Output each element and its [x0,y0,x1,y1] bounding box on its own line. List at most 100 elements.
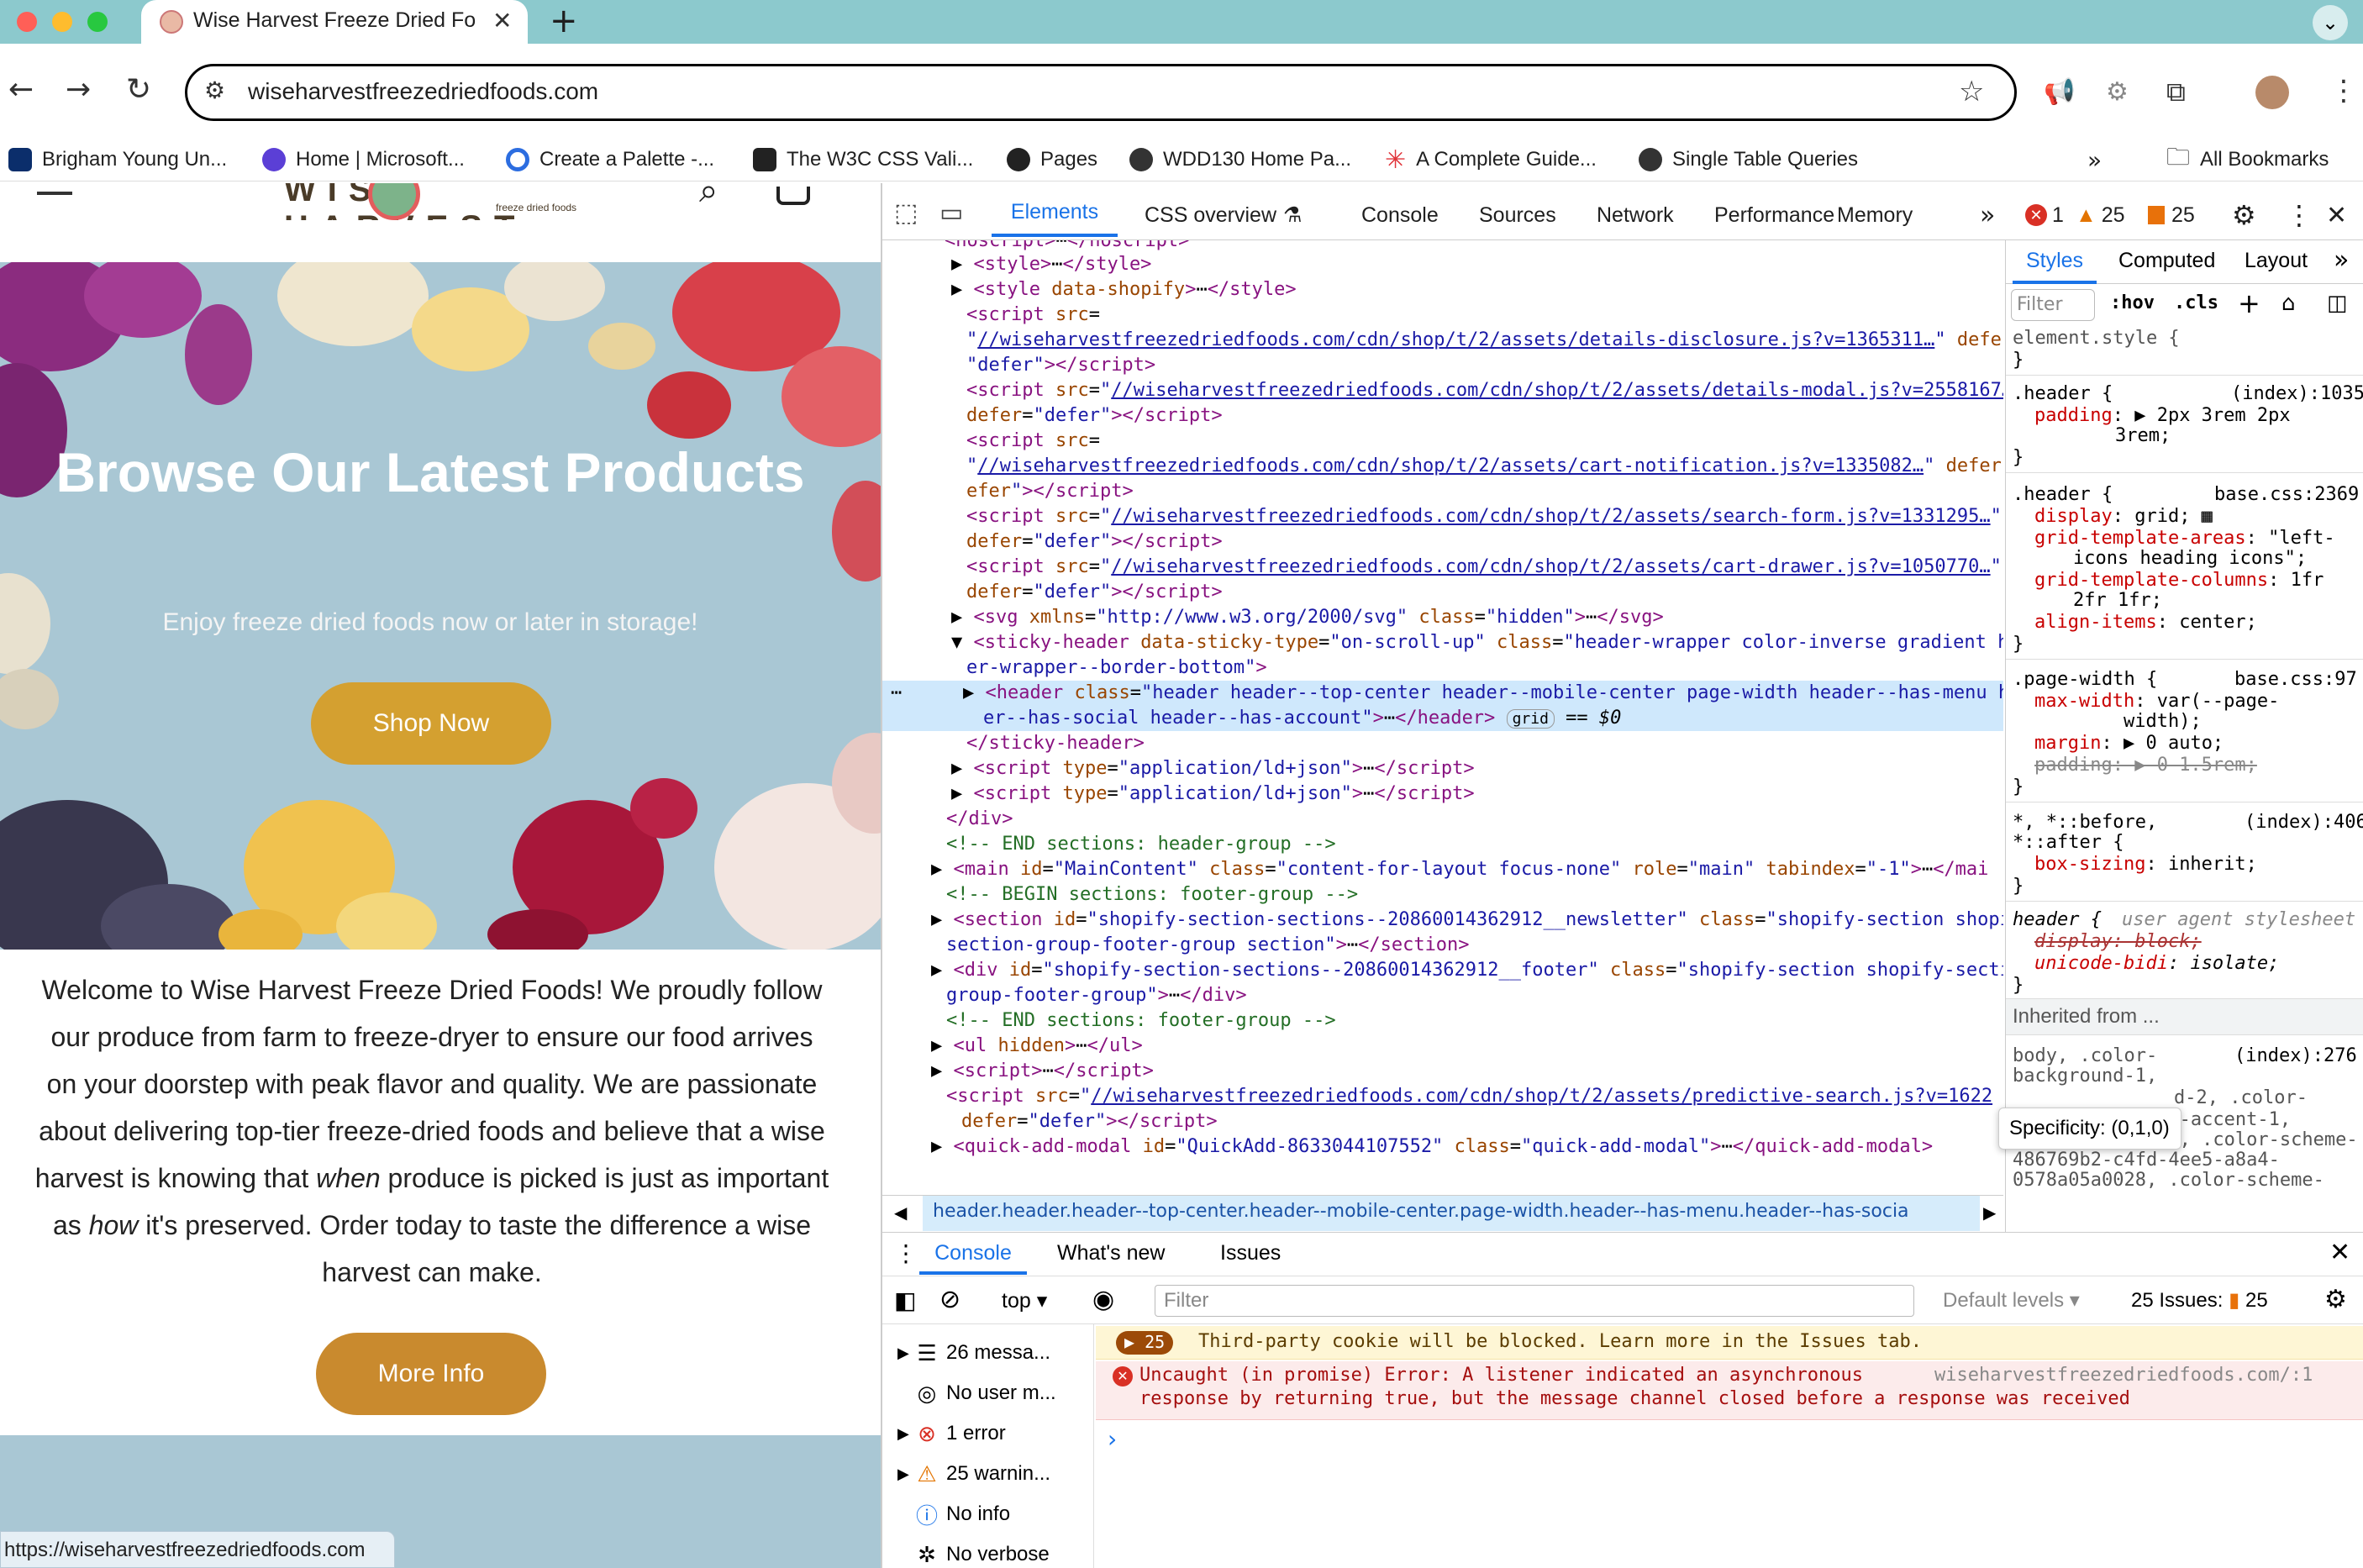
breadcrumb-path[interactable]: header.header.header--top-center.header-… [923,1196,1980,1231]
tab-title: Wise Harvest Freeze Dried Fo [193,8,476,32]
more-bookmarks-icon[interactable]: » [2087,138,2102,182]
shop-now-button[interactable]: Shop Now [311,682,551,765]
close-drawer-icon[interactable]: ✕ [2329,1238,2350,1267]
console-settings-icon[interactable]: ⚙ [2324,1285,2347,1314]
menu-kebab-icon[interactable]: ⋮ [2329,74,2358,108]
bug-icon: ✲ [918,1541,936,1567]
clear-console-icon[interactable]: ⊘ [939,1285,960,1314]
error-source-link[interactable]: wiseharvestfreezedriedfoods.com/:1 [1934,1365,2313,1386]
hamburger-icon[interactable] [37,192,72,195]
site-logo[interactable]: WISE HARVEST freeze dried foods [284,183,587,220]
inspect-element-icon[interactable]: ⬚ [894,198,918,228]
close-tab-icon[interactable]: ✕ [492,7,512,34]
bookmark-0[interactable]: Brigham Young Un... [8,138,227,182]
live-expression-eye-icon[interactable]: ◉ [1092,1285,1114,1314]
reload-icon[interactable]: ↻ [126,72,151,107]
tab-layout[interactable]: Layout [2245,249,2308,273]
tab-styles[interactable]: Styles [2013,240,2097,284]
elements-tree[interactable]: <noscript>⋯</noscript> ▶ <style>⋯</style… [882,240,2003,1195]
close-window-button[interactable] [17,12,37,32]
more-panes-icon[interactable]: » [2334,245,2349,275]
context-select[interactable]: top ▾ [1002,1288,1047,1313]
bookmark-4[interactable]: Pages [1007,138,1097,182]
close-devtools-icon[interactable]: ✕ [2326,190,2347,240]
tab-memory[interactable]: Memory [1837,190,1913,240]
more-tabs-icon[interactable]: » [1980,190,1995,240]
styles-filter-input[interactable]: Filter [2011,289,2095,321]
bookmark-star-icon[interactable]: ☆ [1959,75,1984,108]
profile-avatar[interactable] [2255,76,2289,109]
drawer-tab-console[interactable]: Console [919,1233,1027,1275]
tab-console[interactable]: Console [1361,190,1439,240]
site-info-icon[interactable]: ⚙ [204,76,225,104]
cart-icon[interactable] [776,187,810,205]
settings-gear-icon[interactable]: ⚙ [2232,190,2256,240]
bookmark-label: Home | Microsoft... [296,148,465,171]
tab-search-icon[interactable]: ⌄ [2313,5,2348,40]
hov-toggle[interactable]: :hov [2110,292,2155,313]
bookmark-label: A Complete Guide... [1416,148,1597,171]
welcome-text: Welcome to Wise Harvest Freeze Dried Foo… [34,975,829,1287]
sidebar-info[interactable]: ⓘ No info [882,1494,1094,1534]
sidebar-user-messages[interactable]: ◎ No user m... [882,1373,1094,1413]
console-sidebar: ▶ ☰ 26 messa... ◎ No user m... ▶ ⊗ 1 error ▶ ⚠… [882,1324,1094,1568]
bookmark-7[interactable]: Single Table Queries [1639,138,1858,182]
bookmark-3[interactable]: The W3C CSS Vali... [753,138,973,182]
minimize-window-button[interactable] [52,12,72,32]
byu-icon [8,148,32,171]
issue-count[interactable]: 25 [2148,190,2195,240]
cls-toggle[interactable]: .cls [2174,292,2218,313]
paint-icon[interactable]: ⌂ [2281,291,2296,316]
bookmark-6[interactable]: ✳ A Complete Guide... [1385,138,1597,182]
console-filter-input[interactable]: Filter [1155,1285,1914,1317]
drawer-tab-issues[interactable]: Issues [1220,1241,1281,1265]
url-text[interactable]: wiseharvestfreezedriedfoods.com [248,78,598,105]
tab-computed[interactable]: Computed [2118,249,2215,273]
sidebar-messages[interactable]: ▶ ☰ 26 messa... [882,1333,1094,1373]
megaphone-icon[interactable]: 📢 [2044,77,2075,107]
console-error-message[interactable]: ✕ Uncaught (in promise) Error: A listene… [1096,1361,2363,1420]
bookmark-5[interactable]: WDD130 Home Pa... [1129,138,1351,182]
bookmark-label: Create a Palette -... [539,148,715,171]
tab-network[interactable]: Network [1597,190,1674,240]
sidebar-warnings[interactable]: ▶ ⚠ 25 warnin... [882,1454,1094,1494]
forward-icon[interactable]: → [66,72,91,107]
console-warning-message[interactable]: ▶ 25 Third-party cookie will be blocked.… [1096,1326,2363,1360]
address-bar[interactable]: ⚙ wiseharvestfreezedriedfoods.com ☆ [185,64,2017,121]
back-icon[interactable]: ← [8,72,34,107]
crumb-left-icon[interactable]: ◀ [894,1202,907,1223]
issues-counter[interactable]: 25 Issues: ▮ 25 [2131,1288,2268,1313]
hero-subtitle: Enjoy freeze dried foods now or later in… [162,608,698,636]
devtools-menu-icon[interactable]: ⋮ [2286,190,2313,240]
tab-sources[interactable]: Sources [1479,190,1556,240]
user-icon: ◎ [917,1380,937,1406]
crumb-right-icon[interactable]: ▶ [1983,1202,1996,1223]
extension-icon[interactable]: ⚙ [2106,77,2129,107]
extensions-puzzle-icon[interactable]: ⧉ [2166,76,2186,108]
tab-css-overview[interactable]: CSS overview ⚗ [1145,190,1302,240]
all-bookmarks-label: All Bookmarks [2200,148,2329,171]
bookmark-1[interactable]: Home | Microsoft... [262,138,465,182]
more-info-button[interactable]: More Info [316,1333,546,1415]
tab-performance[interactable]: Performance [1714,190,1834,240]
new-rule-icon[interactable]: + [2238,287,2260,319]
console-prompt-icon[interactable]: › [1108,1425,1117,1453]
warning-count[interactable]: ▲ 25 [2076,190,2125,240]
console-sidebar-icon[interactable]: ◧ [894,1286,916,1314]
tab-elements[interactable]: Elements [992,190,1118,237]
toggle-sidebar-icon[interactable]: ◫ [2327,291,2348,316]
drawer-tab-whats-new[interactable]: What's new [1057,1241,1165,1265]
maximize-window-button[interactable] [87,12,108,32]
search-icon[interactable]: ⌕ [699,183,718,210]
device-toolbar-icon[interactable]: ▭ [939,198,963,228]
bookmark-2[interactable]: Create a Palette -... [506,138,714,182]
issue-icon: ▮ [2229,1289,2240,1312]
drawer-menu-icon[interactable]: ⋮ [894,1239,918,1267]
new-tab-icon[interactable]: + [550,2,578,40]
sidebar-verbose[interactable]: ✲ No verbose [882,1534,1094,1568]
default-levels-select[interactable]: Default levels ▾ [1943,1288,2080,1313]
error-count[interactable]: ✕ 1 [2025,190,2064,240]
browser-tab[interactable]: Wise Harvest Freeze Dried Fo ✕ [141,0,528,44]
sidebar-errors[interactable]: ▶ ⊗ 1 error [882,1413,1094,1454]
all-bookmarks[interactable]: 🗀 All Bookmarks [2166,138,2329,182]
